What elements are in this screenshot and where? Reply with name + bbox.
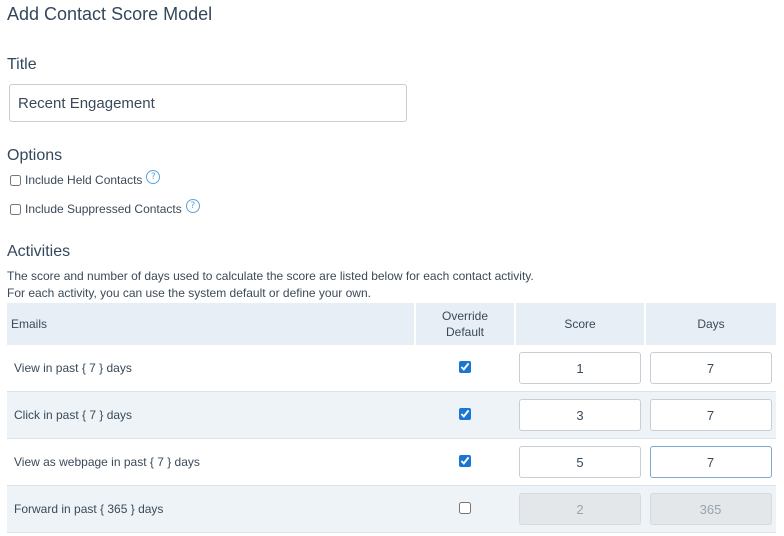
score-input[interactable] [519, 493, 641, 525]
table-row: Click in past { 7 } days [7, 391, 776, 439]
table-row: Forward in past { 365 } days [7, 485, 776, 533]
title-input[interactable] [9, 84, 407, 122]
activity-label: Forward in past { 365 } days [7, 485, 415, 533]
include-suppressed-contacts-label: Include Suppressed Contacts [25, 202, 182, 216]
activities-section-heading: Activities [7, 243, 71, 260]
days-input[interactable] [649, 399, 772, 431]
include-held-contacts-checkbox[interactable] [10, 174, 21, 186]
activities-description-line-2: For each activity, you can use the syste… [7, 286, 371, 300]
column-header-override-default: Override Default [415, 303, 516, 345]
table-row: View as webpage in past { 7 } days [7, 438, 776, 486]
column-header-days: Days [645, 303, 776, 345]
days-input[interactable] [649, 446, 772, 478]
include-held-contacts-label: Include Held Contacts [25, 173, 143, 187]
score-input[interactable] [519, 399, 641, 431]
column-header-emails: Emails [7, 303, 416, 345]
title-section-heading: Title [7, 56, 37, 73]
override-default-checkbox[interactable] [459, 454, 471, 467]
option-include-held-contacts: Include Held Contacts ? [10, 170, 161, 187]
column-header-score: Score [515, 303, 646, 345]
activity-label: View in past { 7 } days [7, 345, 415, 392]
question-circle-icon[interactable]: ? [185, 199, 200, 213]
activity-label: View as webpage in past { 7 } days [7, 438, 415, 486]
score-input[interactable] [519, 446, 641, 478]
override-default-checkbox[interactable] [459, 360, 471, 373]
override-default-checkbox[interactable] [459, 501, 471, 514]
include-suppressed-contacts-checkbox[interactable] [10, 203, 21, 215]
table-row: View in past { 7 } days [7, 345, 776, 392]
days-input[interactable] [649, 493, 772, 525]
override-header-line-1: Override [441, 309, 488, 323]
override-header-line-2: Default [445, 325, 485, 339]
option-include-suppressed-contacts: Include Suppressed Contacts ? [10, 199, 200, 216]
days-input[interactable] [649, 352, 772, 384]
table-header-row: Emails Override Default Score Days [7, 303, 776, 345]
options-section-heading: Options [7, 147, 63, 164]
override-default-checkbox[interactable] [459, 407, 471, 420]
page-title: Add Contact Score Model [7, 4, 213, 24]
question-circle-icon[interactable]: ? [146, 170, 161, 184]
activities-table: Emails Override Default Score Days View … [7, 303, 776, 533]
activity-label: Click in past { 7 } days [7, 391, 415, 439]
score-input[interactable] [519, 352, 641, 384]
activities-description-line-1: The score and number of days used to cal… [7, 269, 534, 283]
